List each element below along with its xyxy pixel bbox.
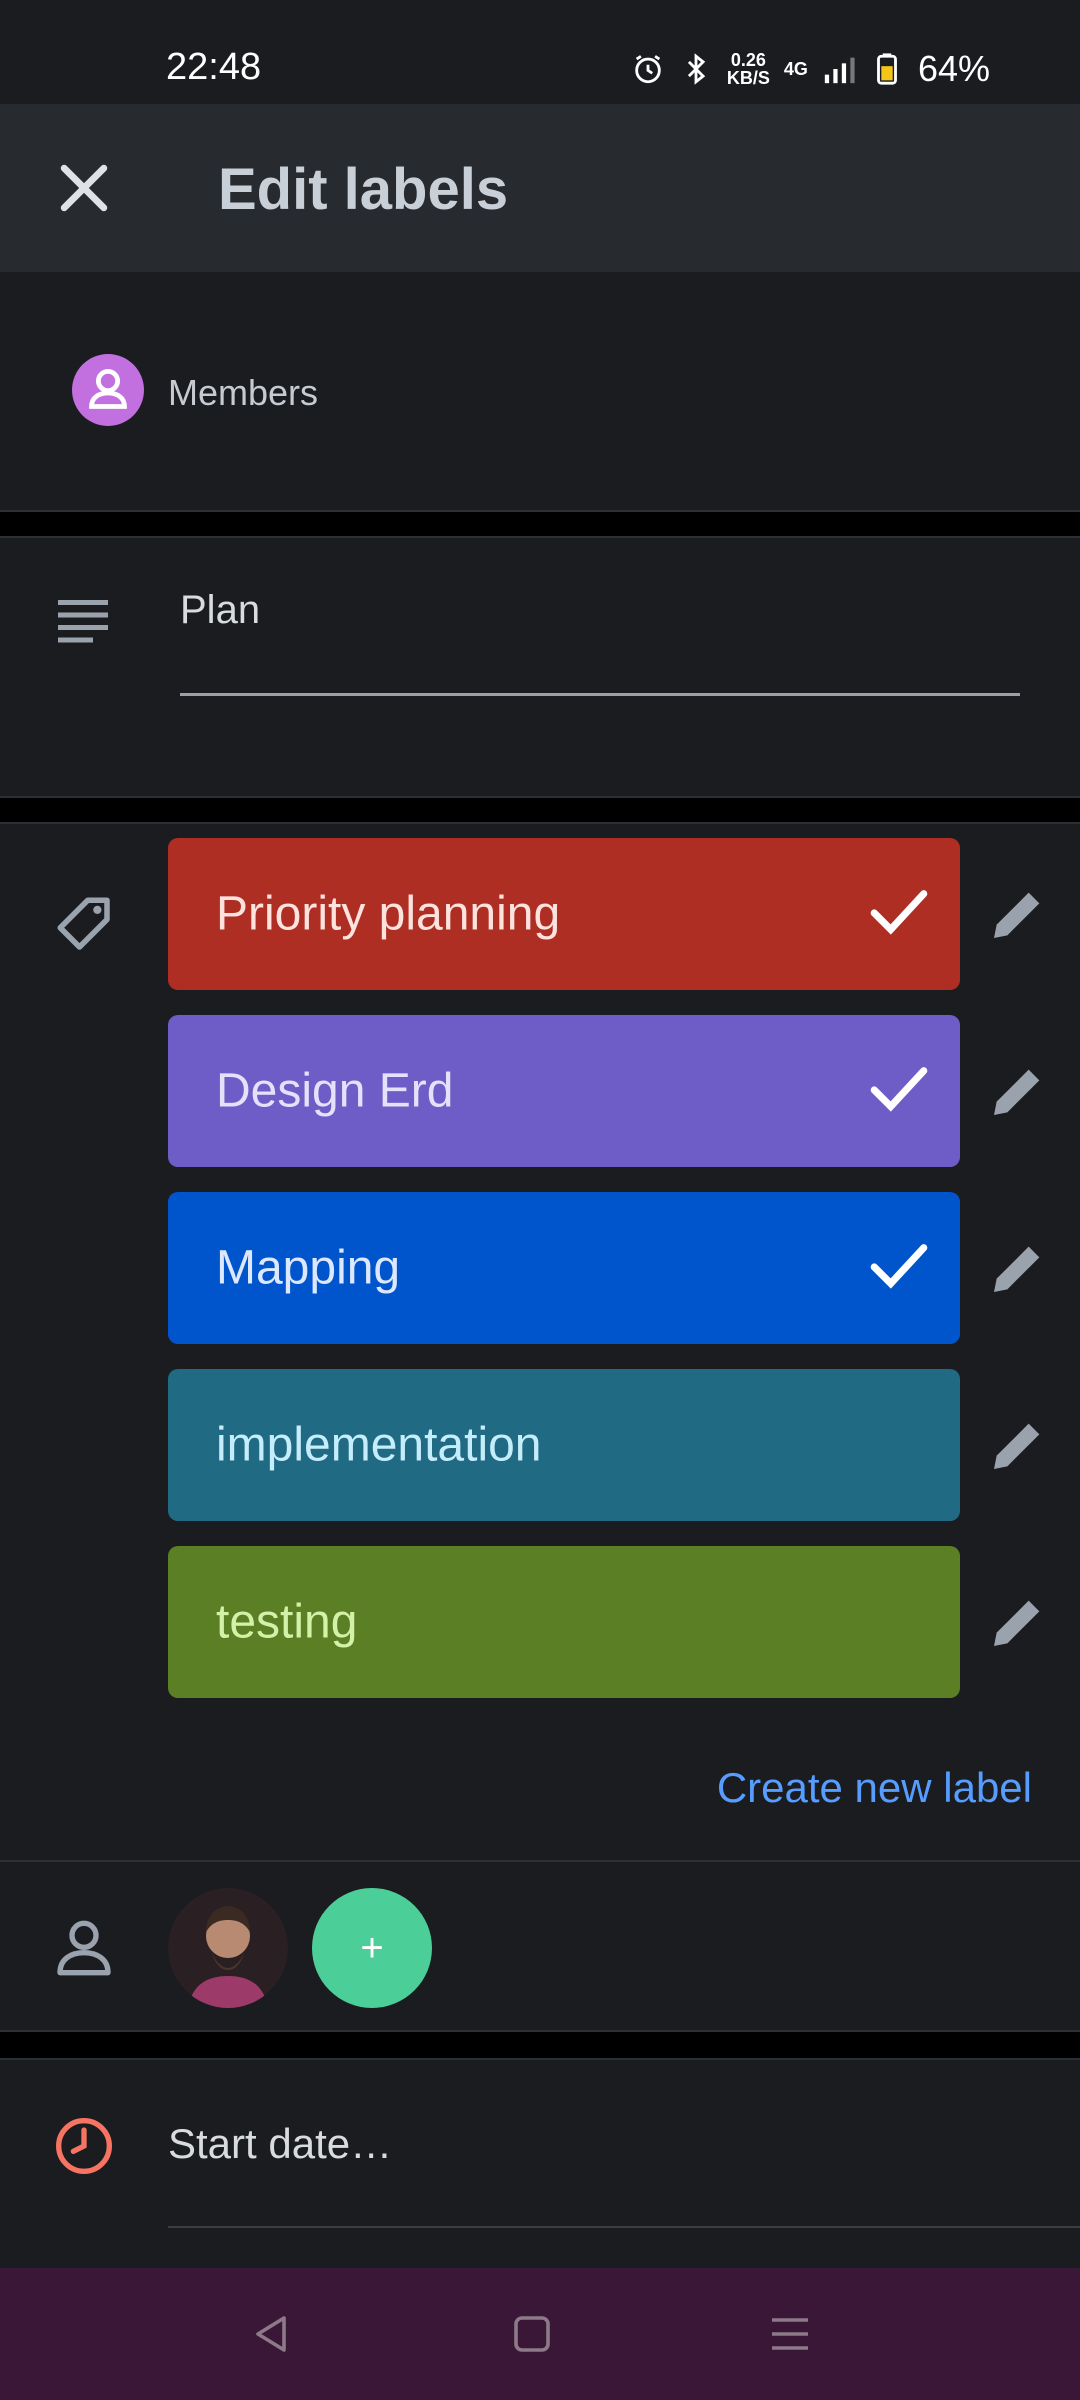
app-bar: Edit labels — [0, 104, 1080, 272]
label-chip-text: Mapping — [216, 1241, 401, 1295]
edit-label-icon[interactable] — [986, 1590, 1050, 1654]
home-icon[interactable] — [508, 2310, 556, 2358]
close-icon[interactable] — [50, 154, 118, 222]
members-label: Members — [168, 372, 319, 413]
description-icon — [58, 600, 108, 643]
section-divider — [0, 798, 1080, 822]
tag-icon — [57, 897, 110, 950]
assignees-row: + — [0, 1862, 1080, 2032]
person-icon — [89, 369, 127, 409]
status-time: 22:48 — [166, 46, 262, 88]
avatar-photo — [168, 1888, 288, 2008]
label-chip-testing[interactable]: testing — [168, 1546, 960, 1698]
recents-icon[interactable] — [766, 2310, 814, 2358]
members-avatar — [72, 354, 144, 426]
check-icon — [870, 1067, 928, 1112]
back-icon[interactable] — [248, 2310, 296, 2358]
start-date-field[interactable]: Start date… — [168, 2120, 392, 2168]
start-date-underline — [168, 2226, 1080, 2228]
battery-percent: 64% — [917, 48, 990, 89]
section-divider — [0, 2032, 1080, 2058]
labels-section: Priority planning Design Erd Mapping imp… — [0, 822, 1080, 1862]
create-new-label-button[interactable]: Create new label — [717, 1764, 1032, 1812]
page-title: Edit labels — [218, 157, 509, 222]
label-chip-text: testing — [216, 1595, 358, 1649]
battery-icon — [877, 53, 897, 85]
edit-label-icon[interactable] — [986, 882, 1050, 946]
check-icon — [870, 1244, 928, 1289]
label-chip-text: Priority planning — [216, 887, 561, 941]
system-nav-bar — [0, 2268, 1080, 2400]
members-row[interactable]: Members — [0, 272, 1080, 512]
label-chip-mapping[interactable]: Mapping — [168, 1192, 960, 1344]
member-avatar[interactable] — [168, 1888, 288, 2008]
alarm-icon — [635, 55, 661, 84]
net-speed: 0.26 KB/S — [726, 50, 770, 88]
add-member-button[interactable]: + — [312, 1888, 432, 2008]
label-chip-design-erd[interactable]: Design Erd — [168, 1015, 960, 1167]
status-bar: 22:48 0.26 KB/S 4G 64% — [0, 0, 1080, 104]
label-chip-text: Design Erd — [216, 1064, 454, 1118]
dates-row: Start date… — [0, 2058, 1080, 2268]
edit-label-icon[interactable] — [986, 1413, 1050, 1477]
bluetooth-icon — [687, 53, 706, 85]
label-chip-text: implementation — [216, 1418, 542, 1472]
label-chip-priority-planning[interactable]: Priority planning — [168, 838, 960, 990]
clock-icon — [56, 2118, 112, 2174]
edit-label-icon[interactable] — [986, 1059, 1050, 1123]
network-type: 4G — [783, 58, 808, 79]
check-icon — [870, 890, 928, 935]
description-row — [0, 536, 1080, 798]
edit-label-icon[interactable] — [986, 1236, 1050, 1300]
description-input[interactable] — [180, 588, 1020, 696]
signal-icon — [824, 57, 855, 84]
section-divider — [0, 512, 1080, 536]
label-chip-implementation[interactable]: implementation — [168, 1369, 960, 1521]
person-icon — [57, 1920, 111, 1976]
